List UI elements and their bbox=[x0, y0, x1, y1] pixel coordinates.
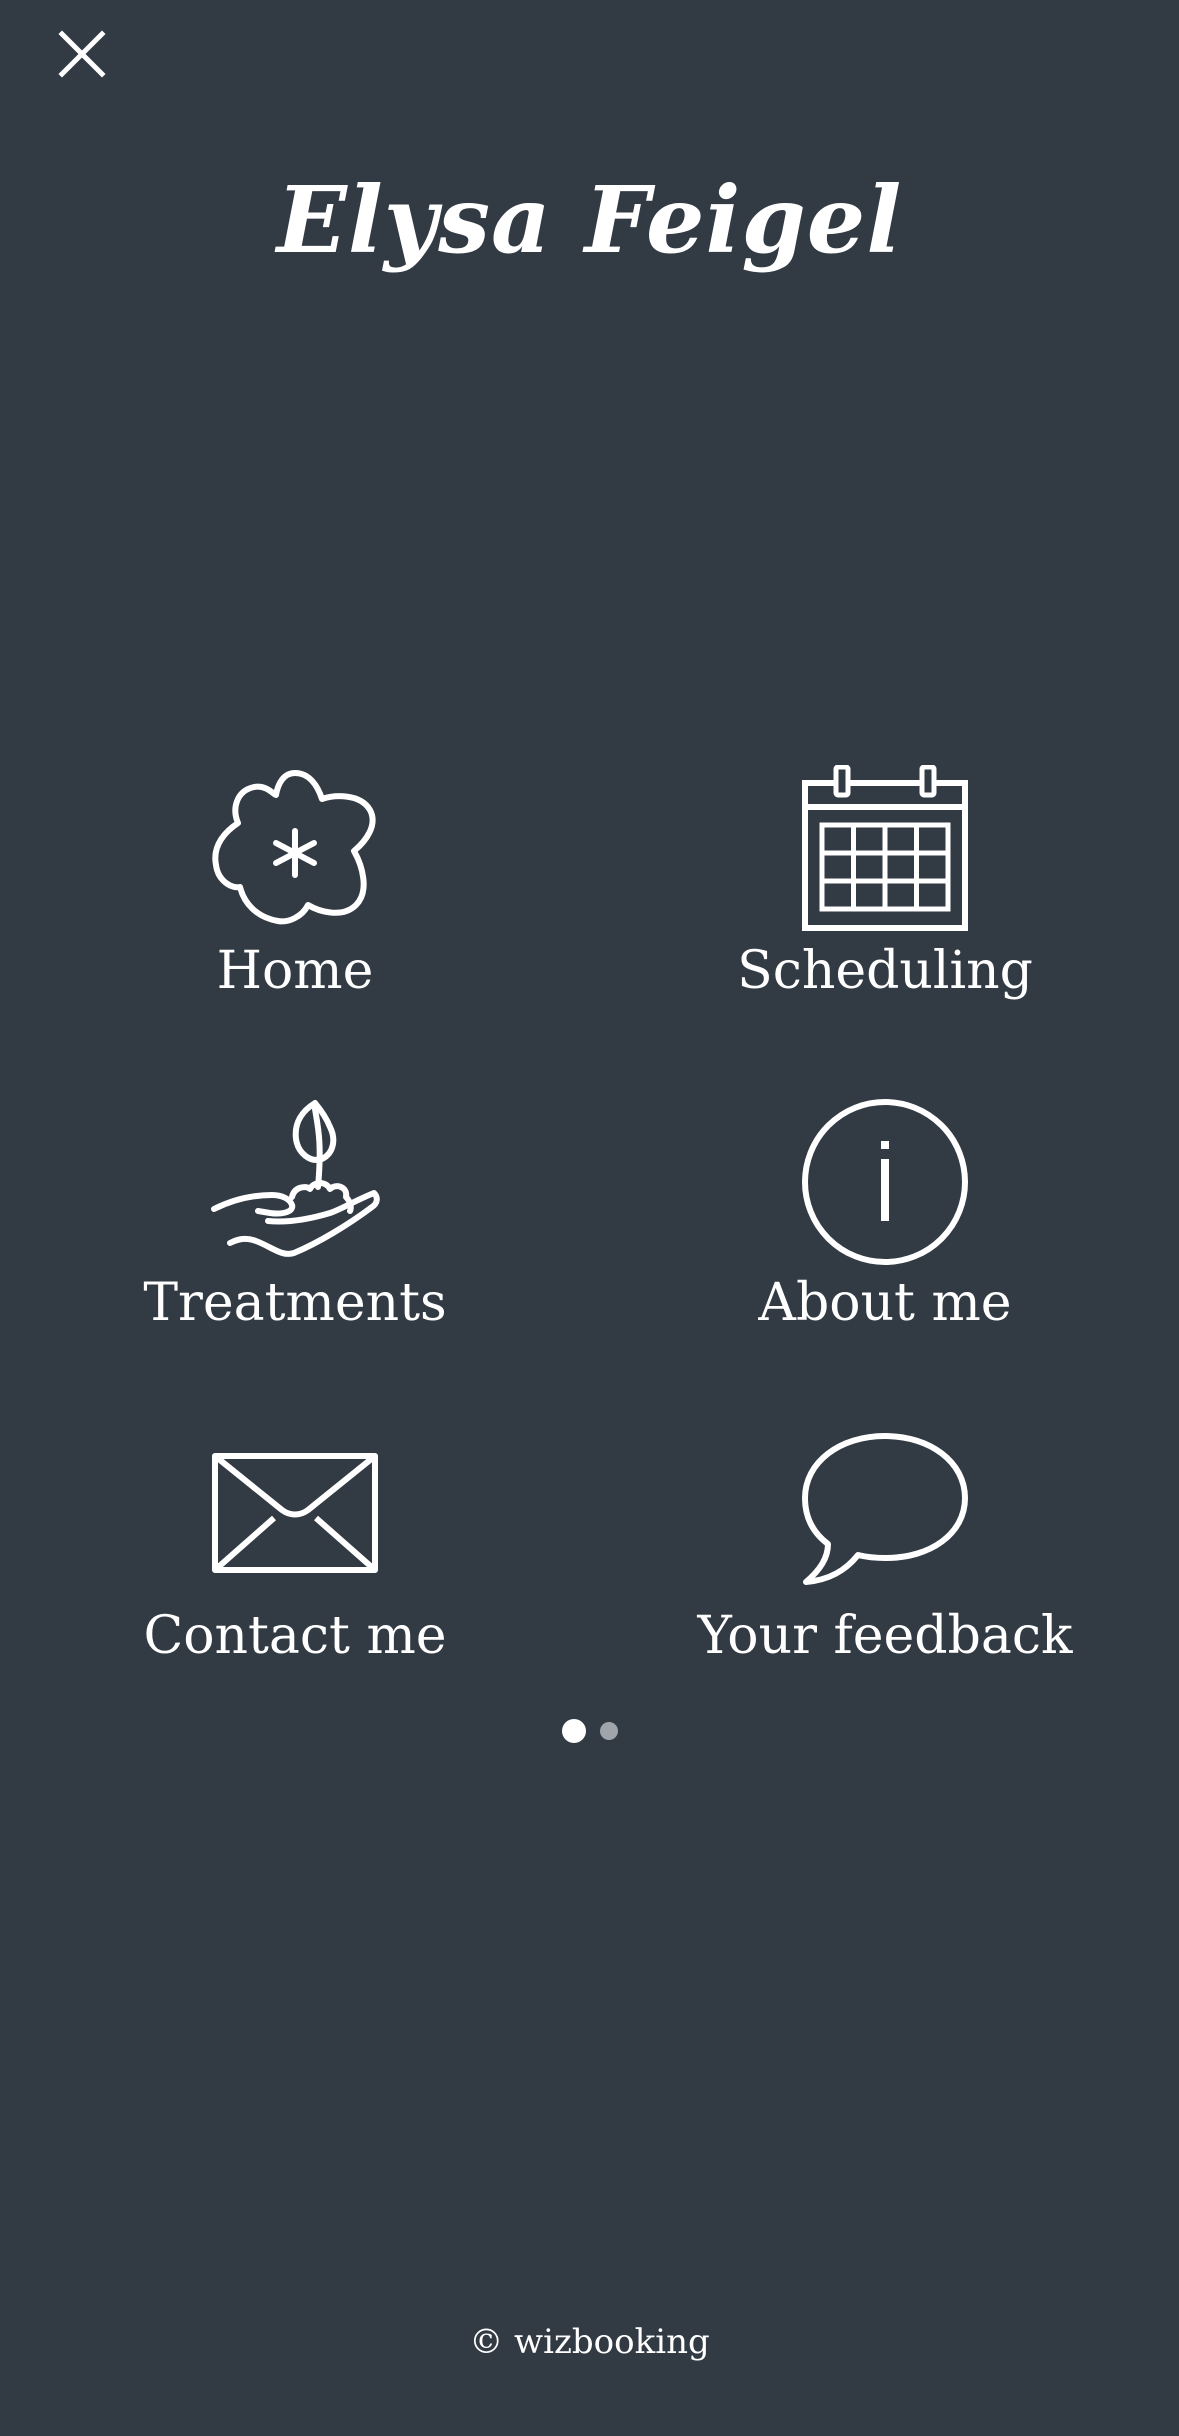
envelope-icon bbox=[210, 1430, 380, 1600]
menu-item-label: Treatments bbox=[143, 1273, 447, 1333]
menu-item-contact[interactable]: Contact me bbox=[55, 1430, 535, 1690]
menu-item-scheduling[interactable]: Scheduling bbox=[645, 765, 1125, 1025]
page-dot[interactable] bbox=[599, 1722, 618, 1740]
calendar-icon bbox=[800, 765, 970, 935]
menu-item-about[interactable]: About me bbox=[645, 1097, 1125, 1357]
menu-item-label: About me bbox=[758, 1273, 1012, 1333]
hand-plant-icon bbox=[210, 1097, 380, 1267]
page-title: Elysa Feigel bbox=[276, 166, 903, 274]
footer-credit[interactable]: © wizbooking bbox=[0, 2322, 1179, 2362]
info-icon bbox=[800, 1097, 970, 1267]
menu-item-label: Your feedback bbox=[697, 1606, 1073, 1666]
menu-item-home[interactable]: Home bbox=[55, 765, 535, 1025]
close-button[interactable] bbox=[50, 22, 114, 86]
menu-item-feedback[interactable]: Your feedback bbox=[645, 1430, 1125, 1690]
menu-item-treatments[interactable]: Treatments bbox=[55, 1097, 535, 1357]
page-indicator bbox=[0, 1718, 1179, 1744]
page-dot-active[interactable] bbox=[561, 1719, 586, 1743]
flower-icon bbox=[210, 765, 380, 935]
menu-item-label: Home bbox=[216, 941, 374, 1001]
speech-bubble-icon bbox=[800, 1430, 970, 1600]
menu-item-label: Contact me bbox=[143, 1606, 447, 1666]
menu-item-label: Scheduling bbox=[737, 941, 1033, 1001]
close-icon bbox=[58, 30, 106, 78]
